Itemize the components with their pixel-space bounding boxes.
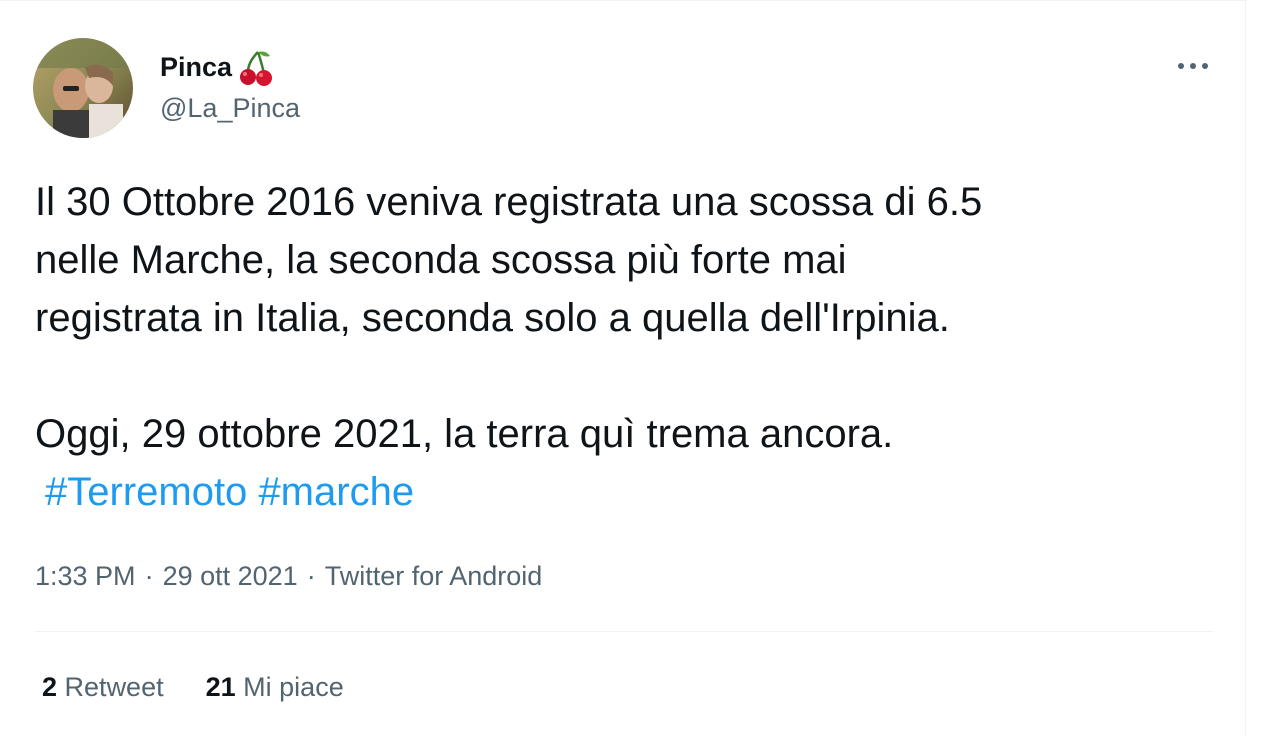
tweet-text: Il 30 Ottobre 2016 veniva registrata una… bbox=[35, 173, 1215, 521]
page-background bbox=[1246, 0, 1280, 736]
hashtag-link[interactable]: #marche bbox=[258, 470, 414, 514]
meta-separator: · bbox=[144, 561, 154, 591]
cherry-icon bbox=[238, 48, 274, 86]
likes-stat[interactable]: 21 Mi piace bbox=[206, 668, 344, 706]
display-name[interactable]: Pinca bbox=[160, 47, 232, 87]
likes-label: Mi piace bbox=[243, 672, 344, 702]
meta-separator: · bbox=[306, 561, 316, 591]
tweet-source[interactable]: Twitter for Android bbox=[325, 557, 543, 595]
tweet-card: Pinca @La_Pinca Il 30 Ottobre 2016 veniv… bbox=[0, 0, 1246, 736]
tweet-text-line: nelle Marche, la seconda scossa più fort… bbox=[35, 238, 847, 282]
tweet-text-line: Oggi, 29 ottobre 2021, la terra quì trem… bbox=[35, 412, 894, 456]
hashtag-link[interactable]: #Terremoto bbox=[45, 470, 247, 514]
tweet-meta: 1:33 PM · 29 ott 2021 · Twitter for Andr… bbox=[35, 557, 542, 595]
retweets-stat[interactable]: 2 Retweet bbox=[42, 668, 164, 706]
avatar-photo bbox=[33, 38, 133, 138]
author-name-row[interactable]: Pinca bbox=[160, 47, 274, 87]
avatar[interactable] bbox=[33, 38, 133, 138]
more-options-icon bbox=[1178, 63, 1208, 69]
likes-count: 21 bbox=[205, 672, 236, 702]
tweet-time[interactable]: 1:33 PM bbox=[35, 557, 136, 595]
tweet-text-line: registrata in Italia, seconda solo a que… bbox=[35, 296, 950, 340]
retweets-count: 2 bbox=[42, 672, 58, 702]
divider bbox=[35, 631, 1213, 632]
tweet-stats: 2 Retweet 21 Mi piace bbox=[42, 668, 344, 706]
tweet-date[interactable]: 29 ott 2021 bbox=[163, 557, 298, 595]
more-options-button[interactable] bbox=[1170, 51, 1216, 81]
tweet-text-line: Il 30 Ottobre 2016 veniva registrata una… bbox=[35, 180, 983, 224]
retweets-label: Retweet bbox=[64, 672, 164, 702]
hashtags: #Terremoto #marche bbox=[35, 463, 1215, 521]
author-handle[interactable]: @La_Pinca bbox=[160, 91, 300, 125]
